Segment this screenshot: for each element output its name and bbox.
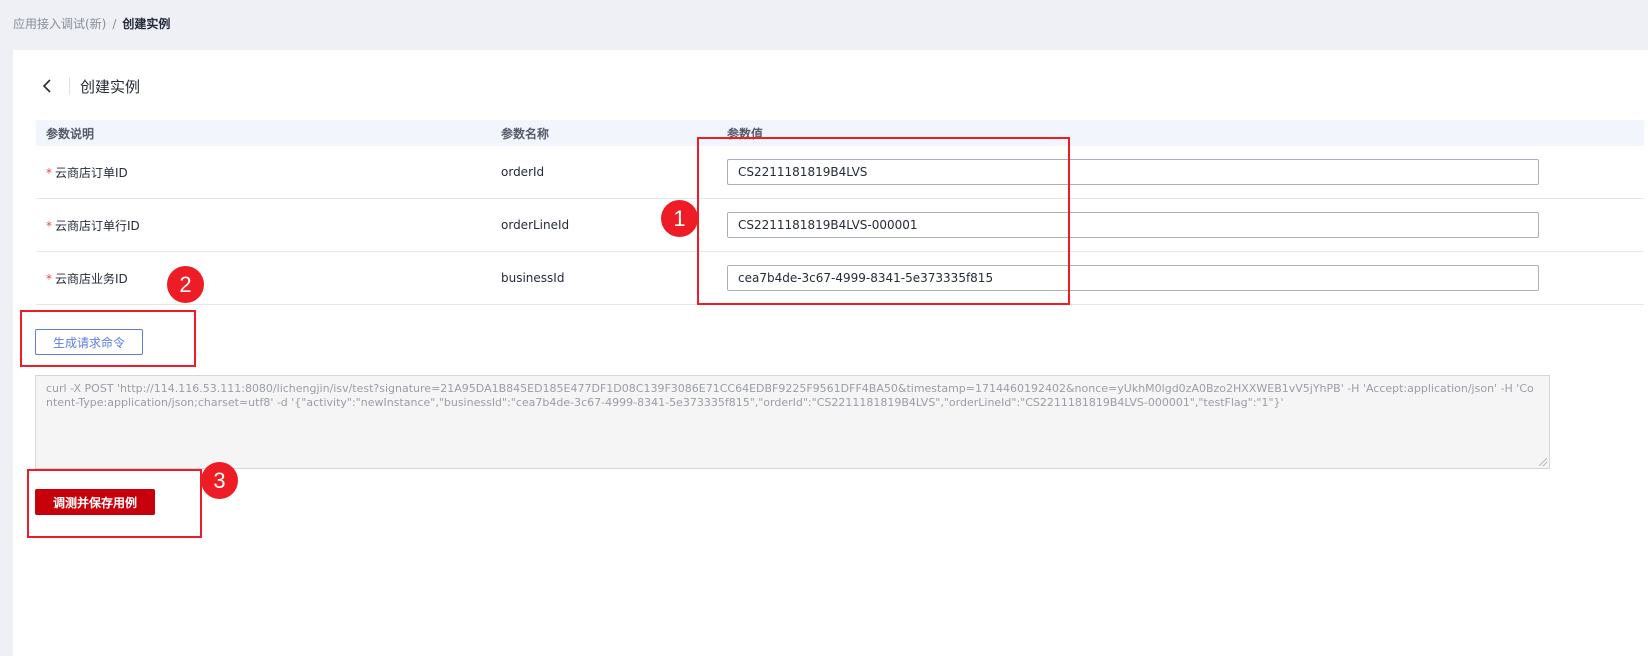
- page-title: 创建实例: [80, 77, 141, 96]
- highlight-box-generate: [20, 310, 196, 367]
- required-mark: *: [46, 271, 52, 286]
- param-description-cell: * 云商店订单ID: [36, 146, 491, 199]
- page-header: 创建实例: [37, 74, 140, 98]
- resize-grip-icon[interactable]: [1539, 458, 1547, 466]
- highlight-box-save: [27, 469, 202, 538]
- annotation-marker-1: 1: [661, 200, 698, 237]
- breadcrumb-current: 创建实例: [122, 17, 171, 31]
- param-name: businessId: [491, 251, 717, 305]
- param-name: orderId: [491, 146, 717, 199]
- breadcrumb: 应用接入调试(新) / 创建实例: [13, 15, 170, 33]
- request-command-text: curl -X POST 'http://114.116.53.111:8080…: [46, 382, 1534, 409]
- required-mark: *: [46, 165, 52, 180]
- param-description: 云商店订单行ID: [55, 218, 140, 233]
- param-description: 云商店业务ID: [55, 271, 128, 286]
- annotation-marker-2: 2: [167, 266, 204, 303]
- header-divider: [69, 77, 70, 95]
- annotation-marker-3: 3: [201, 462, 238, 499]
- breadcrumb-separator: /: [112, 17, 117, 31]
- chevron-left-icon[interactable]: [37, 76, 57, 96]
- required-mark: *: [46, 218, 52, 233]
- request-command-textarea[interactable]: curl -X POST 'http://114.116.53.111:8080…: [35, 375, 1550, 469]
- column-header-name: 参数名称: [491, 120, 717, 146]
- highlight-box-values: [697, 137, 1070, 305]
- param-description-cell: * 云商店订单行ID: [36, 198, 491, 252]
- param-description-cell: * 云商店业务ID: [36, 251, 491, 305]
- column-header-description: 参数说明: [36, 120, 491, 146]
- breadcrumb-parent[interactable]: 应用接入调试(新): [13, 15, 106, 33]
- param-description: 云商店订单ID: [55, 165, 128, 180]
